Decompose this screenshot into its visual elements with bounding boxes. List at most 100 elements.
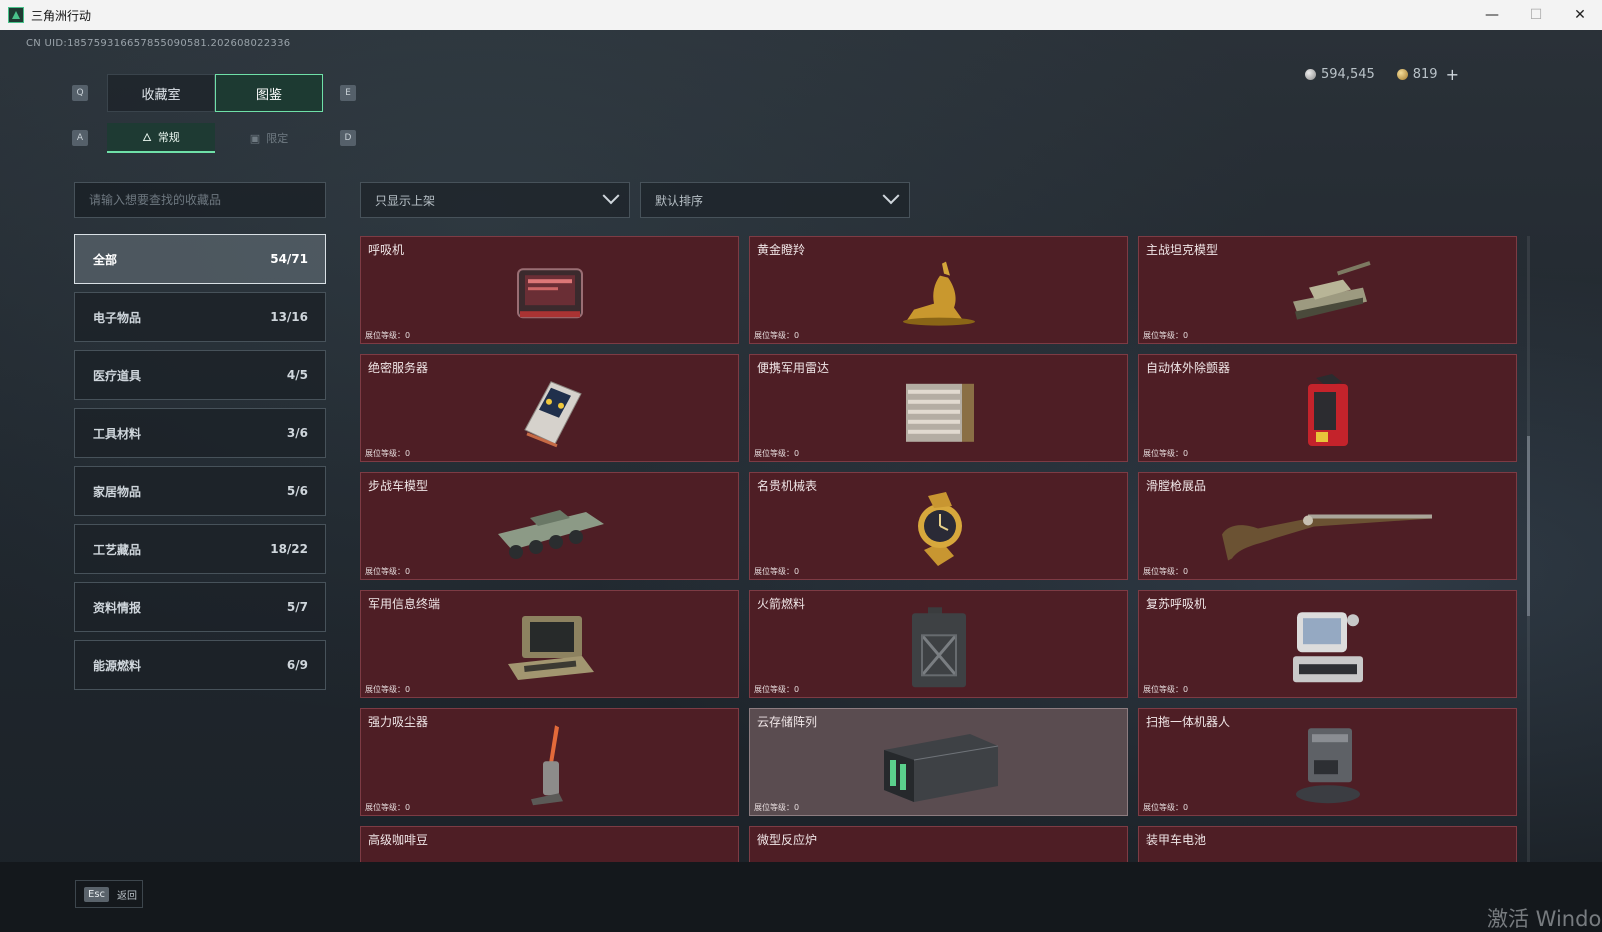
silver-coin-icon	[1305, 68, 1316, 80]
ventilator-icon	[516, 268, 583, 319]
item-rank: 展位等级：0	[1143, 449, 1189, 458]
item-rank: 展位等级：0	[1143, 803, 1189, 812]
item-name: 军用信息终端	[368, 597, 441, 611]
tab-codex[interactable]: 图鉴	[215, 74, 323, 112]
item-rank: 展位等级：0	[365, 449, 411, 458]
item-card[interactable]: 步战车模型 展位等级：0	[360, 472, 739, 580]
item-rank: 展位等级：0	[365, 567, 411, 576]
item-card[interactable]: 滑膛枪展品 展位等级：0	[1138, 472, 1517, 580]
minimize-button[interactable]: —	[1470, 0, 1514, 30]
item-name: 强力吸尘器	[368, 715, 429, 729]
sort-dropdown[interactable]: 默认排序	[640, 182, 910, 218]
search-input[interactable]	[89, 193, 325, 207]
item-card[interactable]: 强力吸尘器 展位等级：0	[360, 708, 739, 816]
category-electronics[interactable]: 电子物品 13/16	[74, 292, 326, 342]
back-button[interactable]: Esc 返回	[75, 880, 143, 908]
category-label: 工具材料	[93, 426, 142, 441]
terminal-icon	[507, 616, 594, 680]
fuel-can-icon	[911, 607, 966, 688]
subtab-limited[interactable]: ▣ 限定	[215, 123, 323, 153]
category-list: 全部 54/71 电子物品 13/16 医疗道具 4/5 工具材料 3/6 家居…	[74, 234, 326, 698]
bottom-bar	[0, 862, 1602, 932]
subtab-regular[interactable]: 🜂 常规	[107, 123, 215, 153]
item-name: 名贵机械表	[757, 479, 818, 493]
item-rank: 展位等级：0	[754, 685, 800, 694]
category-label: 工艺藏品	[93, 542, 142, 557]
category-label: 能源燃料	[93, 658, 142, 673]
category-intel[interactable]: 资料情报 5/7	[74, 582, 326, 632]
item-card[interactable]: 黄金瞪羚 展位等级：0	[749, 236, 1128, 344]
vacuum-icon	[530, 725, 563, 806]
item-rank: 展位等级：0	[365, 331, 411, 340]
scroll-thumb[interactable]	[1527, 436, 1530, 616]
category-tools[interactable]: 工具材料 3/6	[74, 408, 326, 458]
listed-filter-dropdown[interactable]: 只显示上架	[360, 182, 630, 218]
item-name: 主战坦克模型	[1146, 243, 1219, 257]
window-title: 三角洲行动	[31, 8, 92, 23]
item-name: 扫拖一体机器人	[1146, 715, 1231, 729]
tab-collection-room[interactable]: 收藏室	[107, 74, 215, 112]
gold-amount: 819	[1412, 66, 1438, 82]
tank-model-icon	[1292, 261, 1371, 320]
ifv-model-icon	[497, 510, 604, 559]
item-card[interactable]: 呼吸机 展位等级：0	[360, 236, 739, 344]
category-energy[interactable]: 能源燃料 6/9	[74, 640, 326, 690]
grid-scrollbar[interactable]	[1527, 236, 1530, 876]
gold-coin-icon	[1396, 68, 1408, 80]
window-titlebar: 三角洲行动 — ☐ ✕	[0, 0, 1602, 30]
category-count: 3/6	[286, 426, 308, 440]
uid-text: CN UID:1857593166578550905​81.2026080223…	[26, 38, 291, 49]
item-name: 微型反应炉	[757, 833, 818, 847]
item-card[interactable]: 云存储阵列 展位等级：0	[749, 708, 1128, 816]
keyhint-e[interactable]: E	[340, 85, 356, 101]
item-card[interactable]: 自动体外除颤器 展位等级：0	[1138, 354, 1517, 462]
close-button[interactable]: ✕	[1558, 0, 1602, 30]
item-card[interactable]: 绝密服务器 展位等级：0	[360, 354, 739, 462]
keyhint-q[interactable]: Q	[72, 85, 88, 101]
category-medical[interactable]: 医疗道具 4/5	[74, 350, 326, 400]
resuscitator-icon	[1292, 612, 1363, 683]
category-all[interactable]: 全部 54/71	[74, 234, 326, 284]
item-name: 黄金瞪羚	[757, 243, 806, 257]
item-name: 复苏呼吸机	[1146, 597, 1207, 611]
robot-mop-icon	[1295, 728, 1360, 804]
category-count: 13/16	[270, 310, 308, 324]
item-name: 便携军用雷达	[757, 361, 830, 375]
item-name: 自动体外除颤器	[1146, 361, 1231, 375]
category-label: 医疗道具	[93, 368, 142, 383]
maximize-button[interactable]: ☐	[1514, 0, 1558, 30]
category-crafts[interactable]: 工艺藏品 18/22	[74, 524, 326, 574]
silver-currency: 594,545	[1305, 67, 1375, 82]
keyhint-d[interactable]: D	[340, 130, 356, 146]
item-card[interactable]: 复苏呼吸机 展位等级：0	[1138, 590, 1517, 698]
item-grid-viewport: 呼吸机 展位等级：0 黄金瞪羚 展位等级：0 主战坦克模型 展位等级：0 绝密服…	[360, 236, 1518, 878]
image-icon: ▣	[249, 131, 261, 145]
item-card[interactable]: 军用信息终端 展位等级：0	[360, 590, 739, 698]
item-name: 呼吸机	[368, 243, 405, 257]
category-household[interactable]: 家居物品 5/6	[74, 466, 326, 516]
category-label: 全部	[93, 252, 118, 267]
item-card[interactable]: 火箭燃料 展位等级：0	[749, 590, 1128, 698]
item-card[interactable]: 名贵机械表 展位等级：0	[749, 472, 1128, 580]
item-card[interactable]: 主战坦克模型 展位等级：0	[1138, 236, 1517, 344]
item-rank: 展位等级：0	[1143, 685, 1189, 694]
currency-bar: 594,545 819 +	[1305, 64, 1535, 84]
category-count: 6/9	[286, 658, 308, 672]
golden-gazelle-icon	[902, 261, 975, 326]
category-count: 5/7	[286, 600, 308, 614]
keyhint-a[interactable]: A	[72, 130, 88, 146]
window-controls: — ☐ ✕	[1470, 0, 1602, 30]
flame-icon: 🜂	[142, 131, 152, 144]
item-rank: 展位等级：0	[1143, 331, 1189, 340]
category-label: 资料情报	[93, 600, 142, 615]
category-count: 4/5	[286, 368, 308, 382]
item-card[interactable]: 扫拖一体机器人 展位等级：0	[1138, 708, 1517, 816]
esc-key: Esc	[84, 886, 110, 902]
subtab-limited-label: 限定	[266, 132, 289, 145]
main-tabs: 收藏室 图鉴	[107, 74, 323, 112]
chevron-down-icon	[602, 187, 620, 205]
add-currency-button[interactable]: +	[1446, 65, 1459, 84]
item-card[interactable]: 便携军用雷达 展位等级：0	[749, 354, 1128, 462]
category-count: 5/6	[286, 484, 308, 498]
musket-icon	[1221, 514, 1432, 561]
